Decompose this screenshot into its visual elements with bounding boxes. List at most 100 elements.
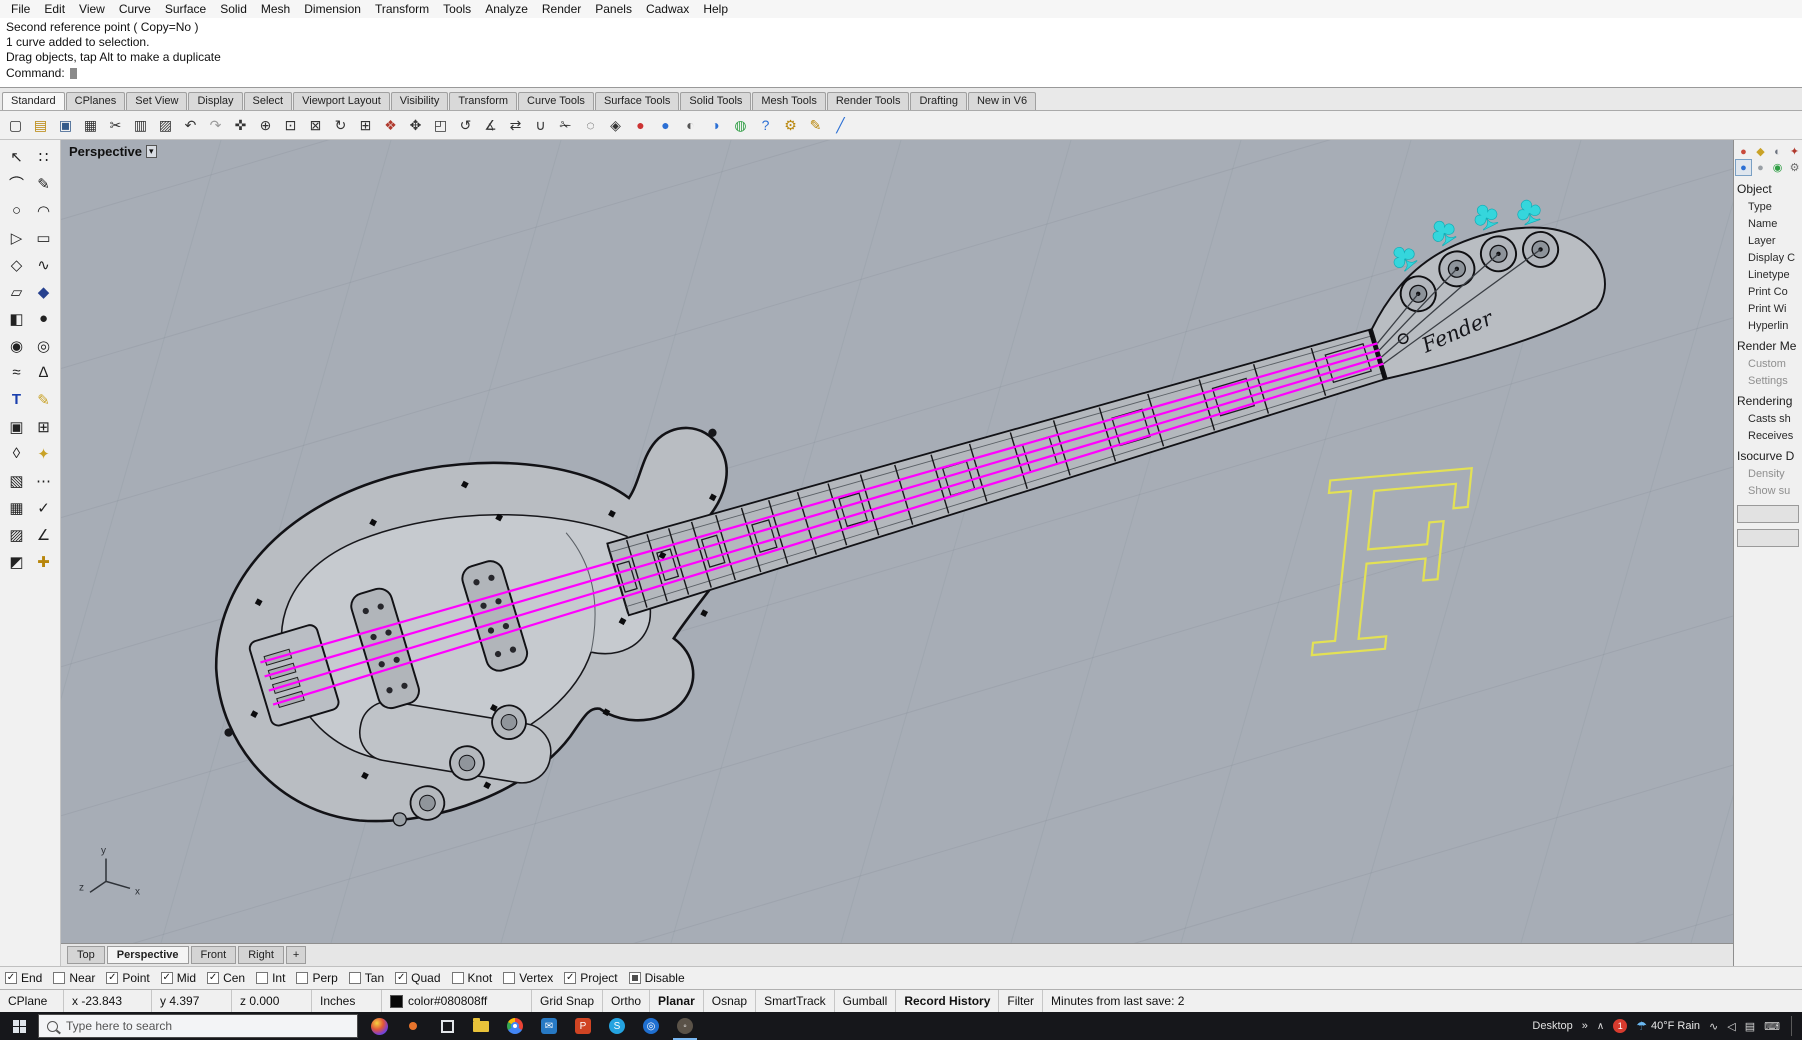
panel-button[interactable] [1737, 505, 1799, 523]
menu-edit[interactable]: Edit [37, 0, 72, 18]
cortana-taskbar-icon[interactable] [362, 1012, 396, 1040]
menu-panels[interactable]: Panels [588, 0, 639, 18]
desktop-toolbar-label[interactable]: Desktop [1532, 1020, 1572, 1032]
osnap-perp[interactable]: Perp [296, 971, 338, 985]
undo-icon[interactable]: ↶ [178, 113, 203, 137]
autosave-info[interactable]: Minutes from last save: 2 [1043, 990, 1802, 1012]
osnap-checkbox[interactable] [53, 972, 66, 984]
viewport-tab-right[interactable]: Right [238, 946, 284, 964]
paint-icon[interactable]: ✎ [30, 386, 57, 413]
save-icon[interactable]: ▣ [53, 113, 78, 137]
options-icon[interactable]: ⚙ [778, 113, 803, 137]
trim-icon[interactable]: ✁ [553, 113, 578, 137]
ghosted-mode-icon[interactable]: ◑ [703, 113, 728, 137]
osnap-int[interactable]: Int [256, 971, 285, 985]
gumball-toggle[interactable]: Gumball [835, 990, 897, 1012]
menu-curve[interactable]: Curve [112, 0, 158, 18]
pan-icon[interactable]: ✜ [228, 113, 253, 137]
settings-panel-tab-icon[interactable]: ⚙ [1787, 160, 1802, 175]
print-icon[interactable]: ▦ [78, 113, 103, 137]
more-tools-icon[interactable]: ⋯ [30, 467, 57, 494]
scale-icon[interactable]: ∡ [478, 113, 503, 137]
gumball-tool-icon[interactable]: ◊ [3, 440, 30, 467]
move-icon[interactable]: ✥ [403, 113, 428, 137]
task-view-taskbar-icon[interactable] [430, 1012, 464, 1040]
units-pane[interactable]: Inches [312, 990, 382, 1012]
toolbar-tab-drafting[interactable]: Drafting [910, 92, 967, 110]
osnap-mid[interactable]: ✓ Mid [160, 971, 196, 985]
tray-icon-3[interactable]: ⌨ [1764, 1020, 1780, 1033]
panel-row-linetype[interactable]: Linetype [1734, 266, 1802, 283]
tray-icon-2[interactable]: ▤ [1745, 1020, 1755, 1033]
fillet-icon[interactable]: ∆ [30, 359, 57, 386]
menu-analyze[interactable]: Analyze [478, 0, 535, 18]
copy-object-icon[interactable]: ◰ [428, 113, 453, 137]
chrome-taskbar-icon[interactable] [498, 1012, 532, 1040]
menu-file[interactable]: File [4, 0, 37, 18]
osnap-tan[interactable]: Tan [348, 971, 384, 985]
help-icon[interactable]: ? [753, 113, 778, 137]
filter-toggle[interactable]: Filter [999, 990, 1044, 1012]
sphere-icon[interactable]: ● [30, 305, 57, 332]
viewport-tab-perspective[interactable]: Perspective [106, 946, 189, 964]
layers-panel-tab-icon[interactable]: ◆ [1753, 144, 1768, 159]
viewport-title[interactable]: Perspective ▾ [69, 144, 157, 159]
curve-arc-icon[interactable]: ⌒ [3, 170, 30, 197]
menu-view[interactable]: View [72, 0, 112, 18]
osnap-checkbox[interactable]: ✓ [106, 972, 119, 984]
block-icon[interactable]: ▣ [3, 413, 30, 440]
command-input[interactable]: Command: [6, 65, 1796, 82]
menu-mesh[interactable]: Mesh [254, 0, 297, 18]
osnap-end[interactable]: ✓ End [5, 971, 42, 985]
cplane-pane[interactable]: CPlane [0, 990, 64, 1012]
paste-icon[interactable]: ▨ [153, 113, 178, 137]
cut-icon[interactable]: ✂ [103, 113, 128, 137]
panel-row-custom[interactable]: Custom [1734, 355, 1802, 372]
toolbar-tab-curve-tools[interactable]: Curve Tools [518, 92, 594, 110]
torus-icon[interactable]: ◎ [30, 332, 57, 359]
texture-panel-tab-icon[interactable]: ◉ [1770, 160, 1785, 175]
osnap-toggle[interactable]: Osnap [704, 990, 757, 1012]
tray-icon-1[interactable]: ◁ [1727, 1020, 1735, 1033]
toolbar-tab-set-view[interactable]: Set View [126, 92, 188, 110]
notes-icon[interactable]: ✎ [803, 113, 828, 137]
lock-icon[interactable]: ◈ [603, 113, 628, 137]
osnap-cen[interactable]: ✓ Cen [207, 971, 245, 985]
tray-icon-0[interactable]: ∿ [1709, 1020, 1718, 1033]
toolbar-tab-standard[interactable]: Standard [2, 92, 65, 110]
panel-row-casts-sh[interactable]: Casts sh [1734, 410, 1802, 427]
smarttrack-toggle[interactable]: SmartTrack [756, 990, 835, 1012]
toolbar-tab-new-in-v6[interactable]: New in V6 [967, 92, 1037, 110]
layer-panel-icon[interactable]: ⊞ [353, 113, 378, 137]
app-blue-taskbar-icon[interactable]: ◎ [634, 1012, 668, 1040]
rotate-view-icon[interactable]: ↻ [328, 113, 353, 137]
grid-snap-toggle[interactable]: Grid Snap [532, 990, 604, 1012]
panel-row-display-c[interactable]: Display C [1734, 249, 1802, 266]
fender-logo-outline-curve[interactable]: F [1291, 420, 1493, 712]
rotate-object-icon[interactable]: ↺ [453, 113, 478, 137]
select-icon[interactable]: ↖ [3, 143, 30, 170]
z-coordinate[interactable]: z 0.000 [232, 990, 312, 1012]
copy-icon[interactable]: ▥ [128, 113, 153, 137]
osnap-project[interactable]: ✓ Project [564, 971, 618, 985]
osnap-checkbox[interactable] [503, 972, 516, 984]
command-history[interactable]: Second reference point ( Copy=No ) 1 cur… [0, 18, 1802, 88]
panel-row-receives[interactable]: Receives [1734, 427, 1802, 444]
toolbar-tab-surface-tools[interactable]: Surface Tools [594, 92, 680, 110]
toolbar-tab-solid-tools[interactable]: Solid Tools [680, 92, 752, 110]
properties-panel-tab-icon[interactable]: ● [1736, 144, 1751, 159]
toolbar-tab-mesh-tools[interactable]: Mesh Tools [752, 92, 826, 110]
osnap-checkbox[interactable]: ✓ [564, 972, 577, 984]
panel-row-settings[interactable]: Settings [1734, 372, 1802, 389]
plane-icon[interactable]: ▱ [3, 278, 30, 305]
environment-icon[interactable]: ◍ [728, 113, 753, 137]
menu-solid[interactable]: Solid [213, 0, 254, 18]
osnap-knot[interactable]: Knot [451, 971, 492, 985]
osnap-checkbox[interactable] [348, 972, 361, 984]
panel-row-density[interactable]: Density [1734, 465, 1802, 482]
menu-cadwax[interactable]: Cadwax [639, 0, 696, 18]
polygon-icon[interactable]: ◇ [3, 251, 30, 278]
menu-tools[interactable]: Tools [436, 0, 478, 18]
environment-panel-tab-icon[interactable]: ● [1753, 160, 1768, 175]
line-tool-icon[interactable]: ╱ [828, 113, 853, 137]
